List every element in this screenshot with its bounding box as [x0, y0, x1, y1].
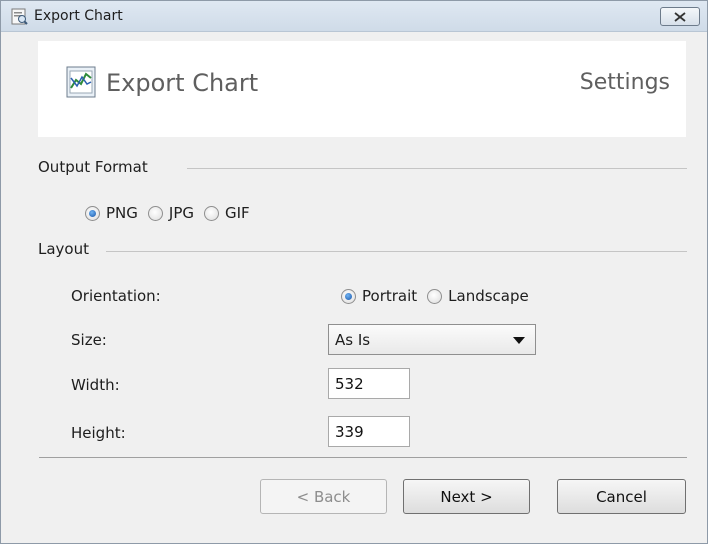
portrait-label[interactable]: Portrait	[362, 287, 417, 305]
close-button[interactable]	[660, 7, 700, 26]
width-label: Width:	[71, 376, 120, 394]
chevron-down-icon	[513, 337, 525, 344]
gif-label[interactable]: GIF	[225, 204, 250, 222]
landscape-radio[interactable]	[427, 288, 443, 304]
cancel-button[interactable]: Cancel	[557, 479, 686, 514]
png-label[interactable]: PNG	[106, 204, 138, 222]
chart-icon	[63, 64, 99, 100]
window-title: Export Chart	[34, 8, 123, 24]
next-button[interactable]: Next >	[403, 479, 530, 514]
portrait-radio[interactable]	[341, 288, 356, 304]
window-icon	[11, 8, 28, 25]
size-label: Size:	[71, 331, 107, 349]
jpg-radio[interactable]	[147, 205, 163, 221]
size-select[interactable]: As Is	[328, 324, 536, 355]
layout-divider	[106, 251, 687, 252]
size-select-value: As Is	[335, 331, 371, 349]
close-icon	[674, 7, 686, 26]
back-button[interactable]: < Back	[260, 479, 387, 514]
layout-label: Layout	[38, 240, 89, 258]
height-label: Height:	[71, 424, 126, 442]
height-field[interactable]: 339	[328, 416, 410, 447]
button-separator	[39, 457, 687, 458]
wizard-header: Export Chart Settings	[38, 41, 686, 137]
orientation-options: Portrait Landscape	[341, 287, 539, 305]
width-field[interactable]: 532	[328, 368, 410, 399]
jpg-label[interactable]: JPG	[169, 204, 194, 222]
step-name: Settings	[579, 70, 670, 95]
png-radio[interactable]	[85, 205, 100, 221]
landscape-label[interactable]: Landscape	[448, 287, 529, 305]
export-chart-dialog: Export Chart Export Chart Settings Outpu…	[0, 0, 708, 544]
output-format-options: PNG JPG GIF	[85, 204, 260, 222]
orientation-label: Orientation:	[71, 287, 161, 305]
gif-radio[interactable]	[203, 205, 219, 221]
output-format-label: Output Format	[38, 158, 148, 176]
title-bar[interactable]: Export Chart	[1, 1, 707, 32]
output-format-divider	[187, 168, 687, 169]
header-title: Export Chart	[106, 69, 259, 97]
